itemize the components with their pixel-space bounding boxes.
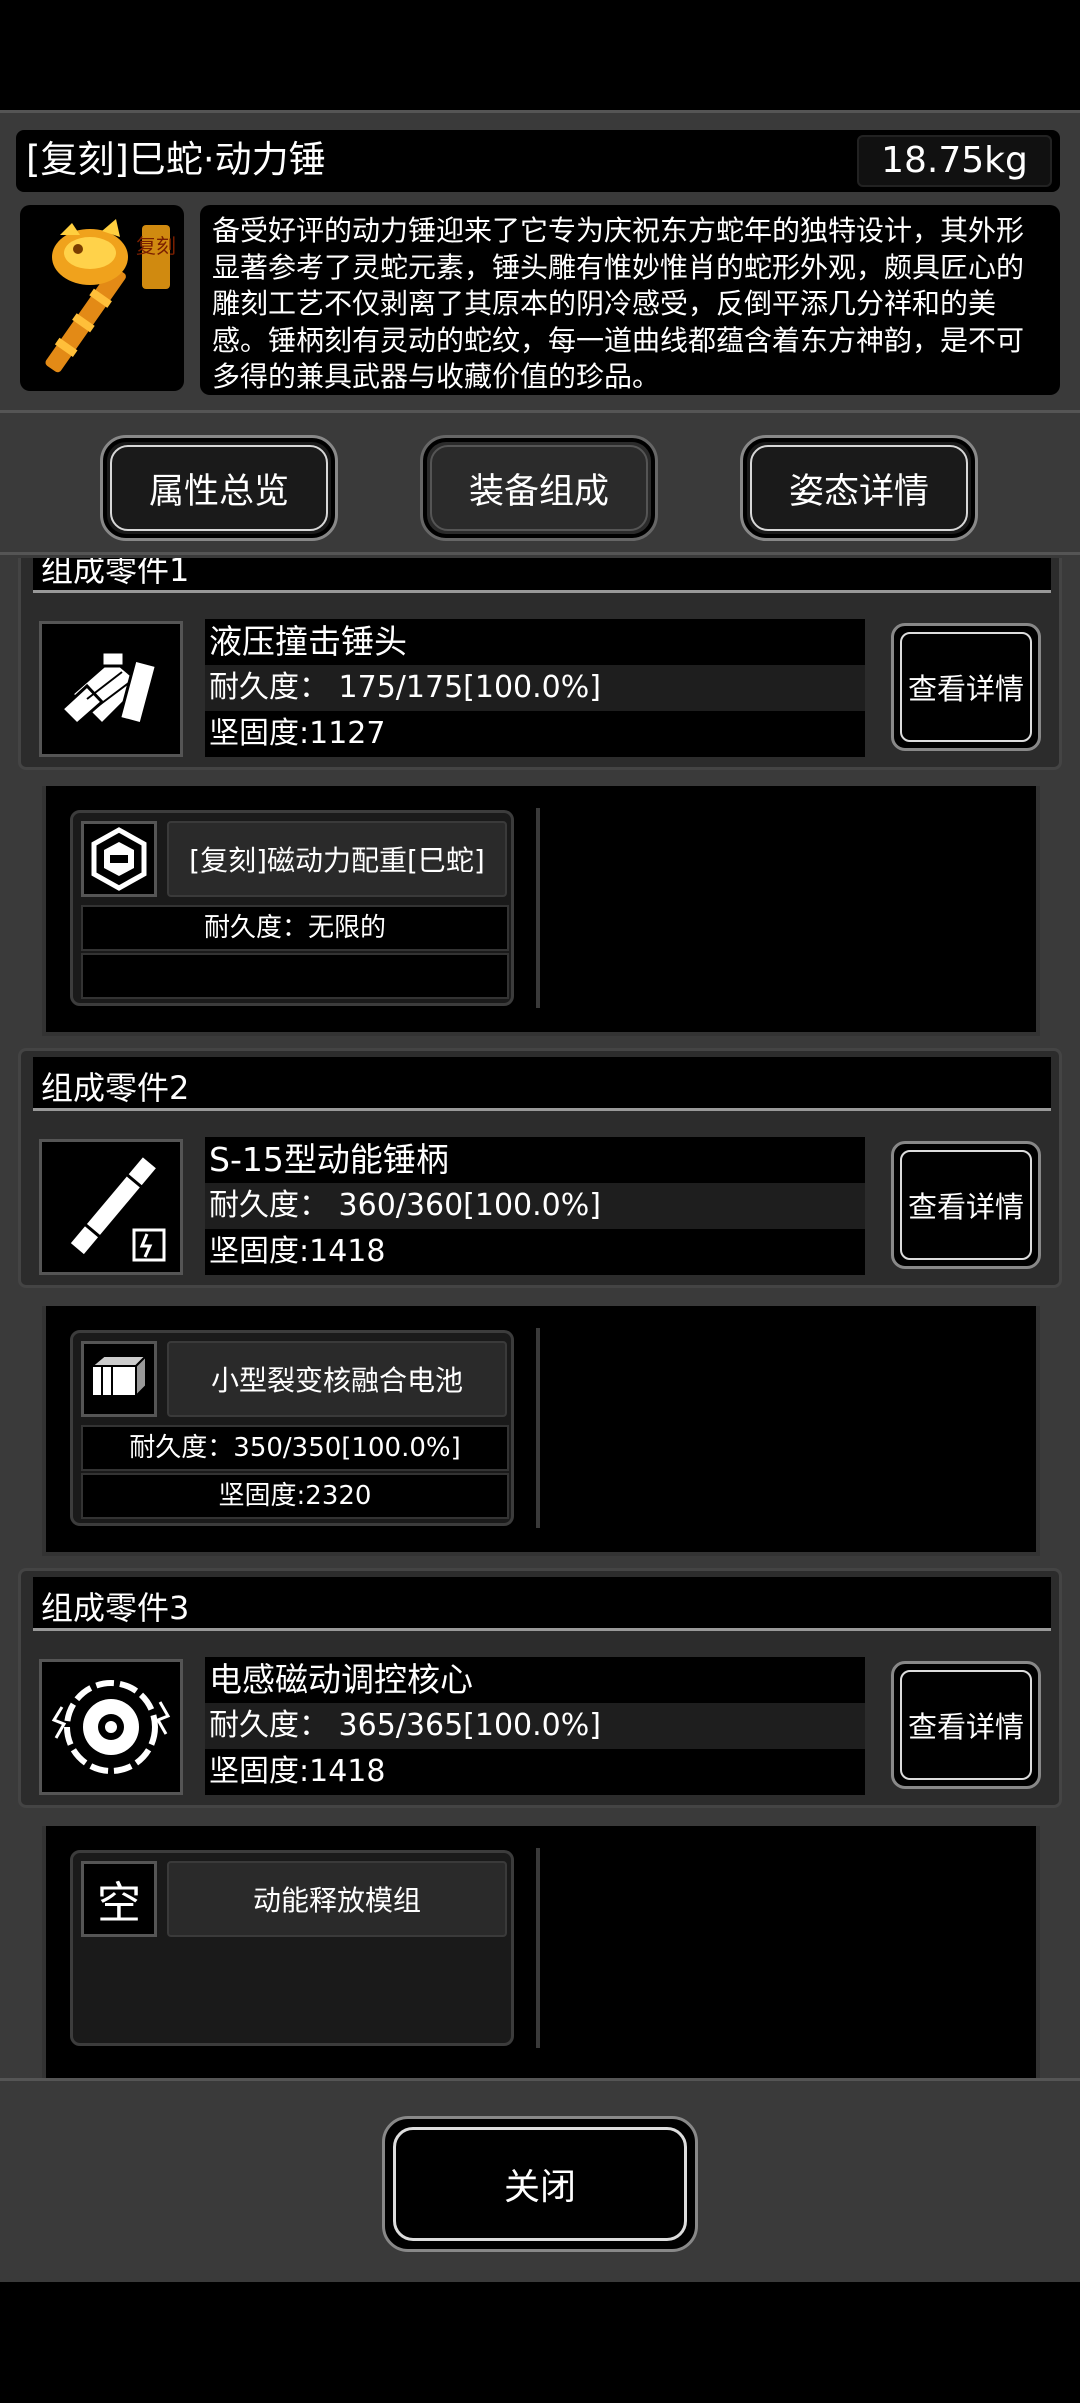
part-thumbnail <box>39 621 183 757</box>
sub-component-name: 小型裂变核融合电池 <box>167 1341 507 1417</box>
sub-component-card[interactable]: [复刻]磁动力配重[巳蛇] 耐久度：无限的 <box>70 810 514 1006</box>
part-firmness: 坚固度:1418 <box>205 1229 865 1275</box>
tab-bar: 属性总览 装备组成 姿态详情 <box>0 410 1080 555</box>
part-card: 组成零件2 S-15型动能锤柄 耐久度： 360/360[100.0%] 坚固度… <box>18 1048 1062 1288</box>
tab-stance-details[interactable]: 姿态详情 <box>740 435 978 541</box>
tab-attributes-overview[interactable]: 属性总览 <box>100 435 338 541</box>
part-durability: 耐久度： 360/360[100.0%] <box>205 1183 865 1229</box>
hammer-head-icon <box>59 650 159 727</box>
close-button[interactable]: 关闭 <box>382 2116 698 2252</box>
part-thumbnail <box>39 1659 183 1795</box>
power-hammer-icon: 复刻 <box>45 219 176 373</box>
part-card: 组成零件3 电感磁动调控核心 耐久度： 365/365[100.0%] 坚固度:… <box>18 1568 1062 1808</box>
part-info: 液压撞击锤头 耐久度： 175/175[100.0%] 坚固度:1127 <box>205 619 865 759</box>
part-header: 组成零件1 <box>33 558 1051 593</box>
view-details-button[interactable]: 查看详情 <box>891 1661 1041 1789</box>
sub-component-name: [复刻]磁动力配重[巳蛇] <box>167 821 507 897</box>
divider <box>536 1848 540 2048</box>
sub-component-thumbnail <box>81 821 157 897</box>
core-icon <box>51 1680 171 1774</box>
part-name: 液压撞击锤头 <box>205 619 865 665</box>
view-details-button[interactable]: 查看详情 <box>891 623 1041 751</box>
part-durability: 耐久度： 175/175[100.0%] <box>205 665 865 711</box>
part-info: 电感磁动调控核心 耐久度： 365/365[100.0%] 坚固度:1418 <box>205 1657 865 1797</box>
part-name: 电感磁动调控核心 <box>205 1657 865 1703</box>
sub-component-area: [复刻]磁动力配重[巳蛇] 耐久度：无限的 <box>42 786 1040 1036</box>
sub-component-firmness: 坚固度:2320 <box>81 1473 509 1519</box>
part-firmness: 坚固度:1127 <box>205 711 865 757</box>
bottom-bar: 关闭 <box>0 2078 1080 2282</box>
divider <box>536 1328 540 1528</box>
part-name: S-15型动能锤柄 <box>205 1137 865 1183</box>
svg-text:复刻: 复刻 <box>136 234 176 258</box>
part-header: 组成零件2 <box>33 1057 1051 1111</box>
part-header: 组成零件3 <box>33 1577 1051 1631</box>
part-durability: 耐久度： 365/365[100.0%] <box>205 1703 865 1749</box>
part-card: 组成零件1 液压撞击锤头 耐久度： 175/175[100.0%] 坚固度:11… <box>18 558 1062 770</box>
battery-icon <box>89 1353 149 1399</box>
item-weight: 18.75kg <box>857 135 1052 187</box>
empty-slot-icon: 空 <box>81 1861 157 1937</box>
sub-component-area: 空 动能释放模组 <box>42 1826 1040 2078</box>
divider <box>536 808 540 1008</box>
hammer-handle-icon <box>66 1153 166 1262</box>
title-bar: [复刻]巳蛇·动力锤 18.75kg <box>16 130 1060 192</box>
sub-component-area: 小型裂变核融合电池 耐久度：350/350[100.0%] 坚固度:2320 <box>42 1306 1040 1556</box>
sub-component-firmness <box>81 953 509 999</box>
sub-component-durability: 耐久度：无限的 <box>81 905 509 951</box>
sub-component-durability: 耐久度：350/350[100.0%] <box>81 1425 509 1471</box>
description-row: 复刻 备受好评的动力锤迎来了它专为庆祝东方蛇年的独特设计，其外形显著参考了灵蛇元… <box>20 205 1060 395</box>
tab-equipment-composition[interactable]: 装备组成 <box>420 435 658 541</box>
sub-component-card[interactable]: 空 动能释放模组 <box>70 1850 514 2046</box>
sub-component-name: 动能释放模组 <box>167 1861 507 1937</box>
item-name: [复刻]巳蛇·动力锤 <box>26 138 326 181</box>
part-info: S-15型动能锤柄 耐久度： 360/360[100.0%] 坚固度:1418 <box>205 1137 865 1277</box>
item-description: 备受好评的动力锤迎来了它专为庆祝东方蛇年的独特设计，其外形显著参考了灵蛇元素，锤… <box>200 205 1060 395</box>
part-thumbnail <box>39 1139 183 1275</box>
view-details-button[interactable]: 查看详情 <box>891 1141 1041 1269</box>
part-firmness: 坚固度:1418 <box>205 1749 865 1795</box>
parts-list[interactable]: 组成零件1 液压撞击锤头 耐久度： 175/175[100.0%] 坚固度:11… <box>0 558 1080 2078</box>
sub-component-card[interactable]: 小型裂变核融合电池 耐久度：350/350[100.0%] 坚固度:2320 <box>70 1330 514 1526</box>
sub-component-thumbnail <box>81 1341 157 1417</box>
item-image: 复刻 <box>20 205 184 391</box>
magnet-module-icon <box>91 827 147 891</box>
